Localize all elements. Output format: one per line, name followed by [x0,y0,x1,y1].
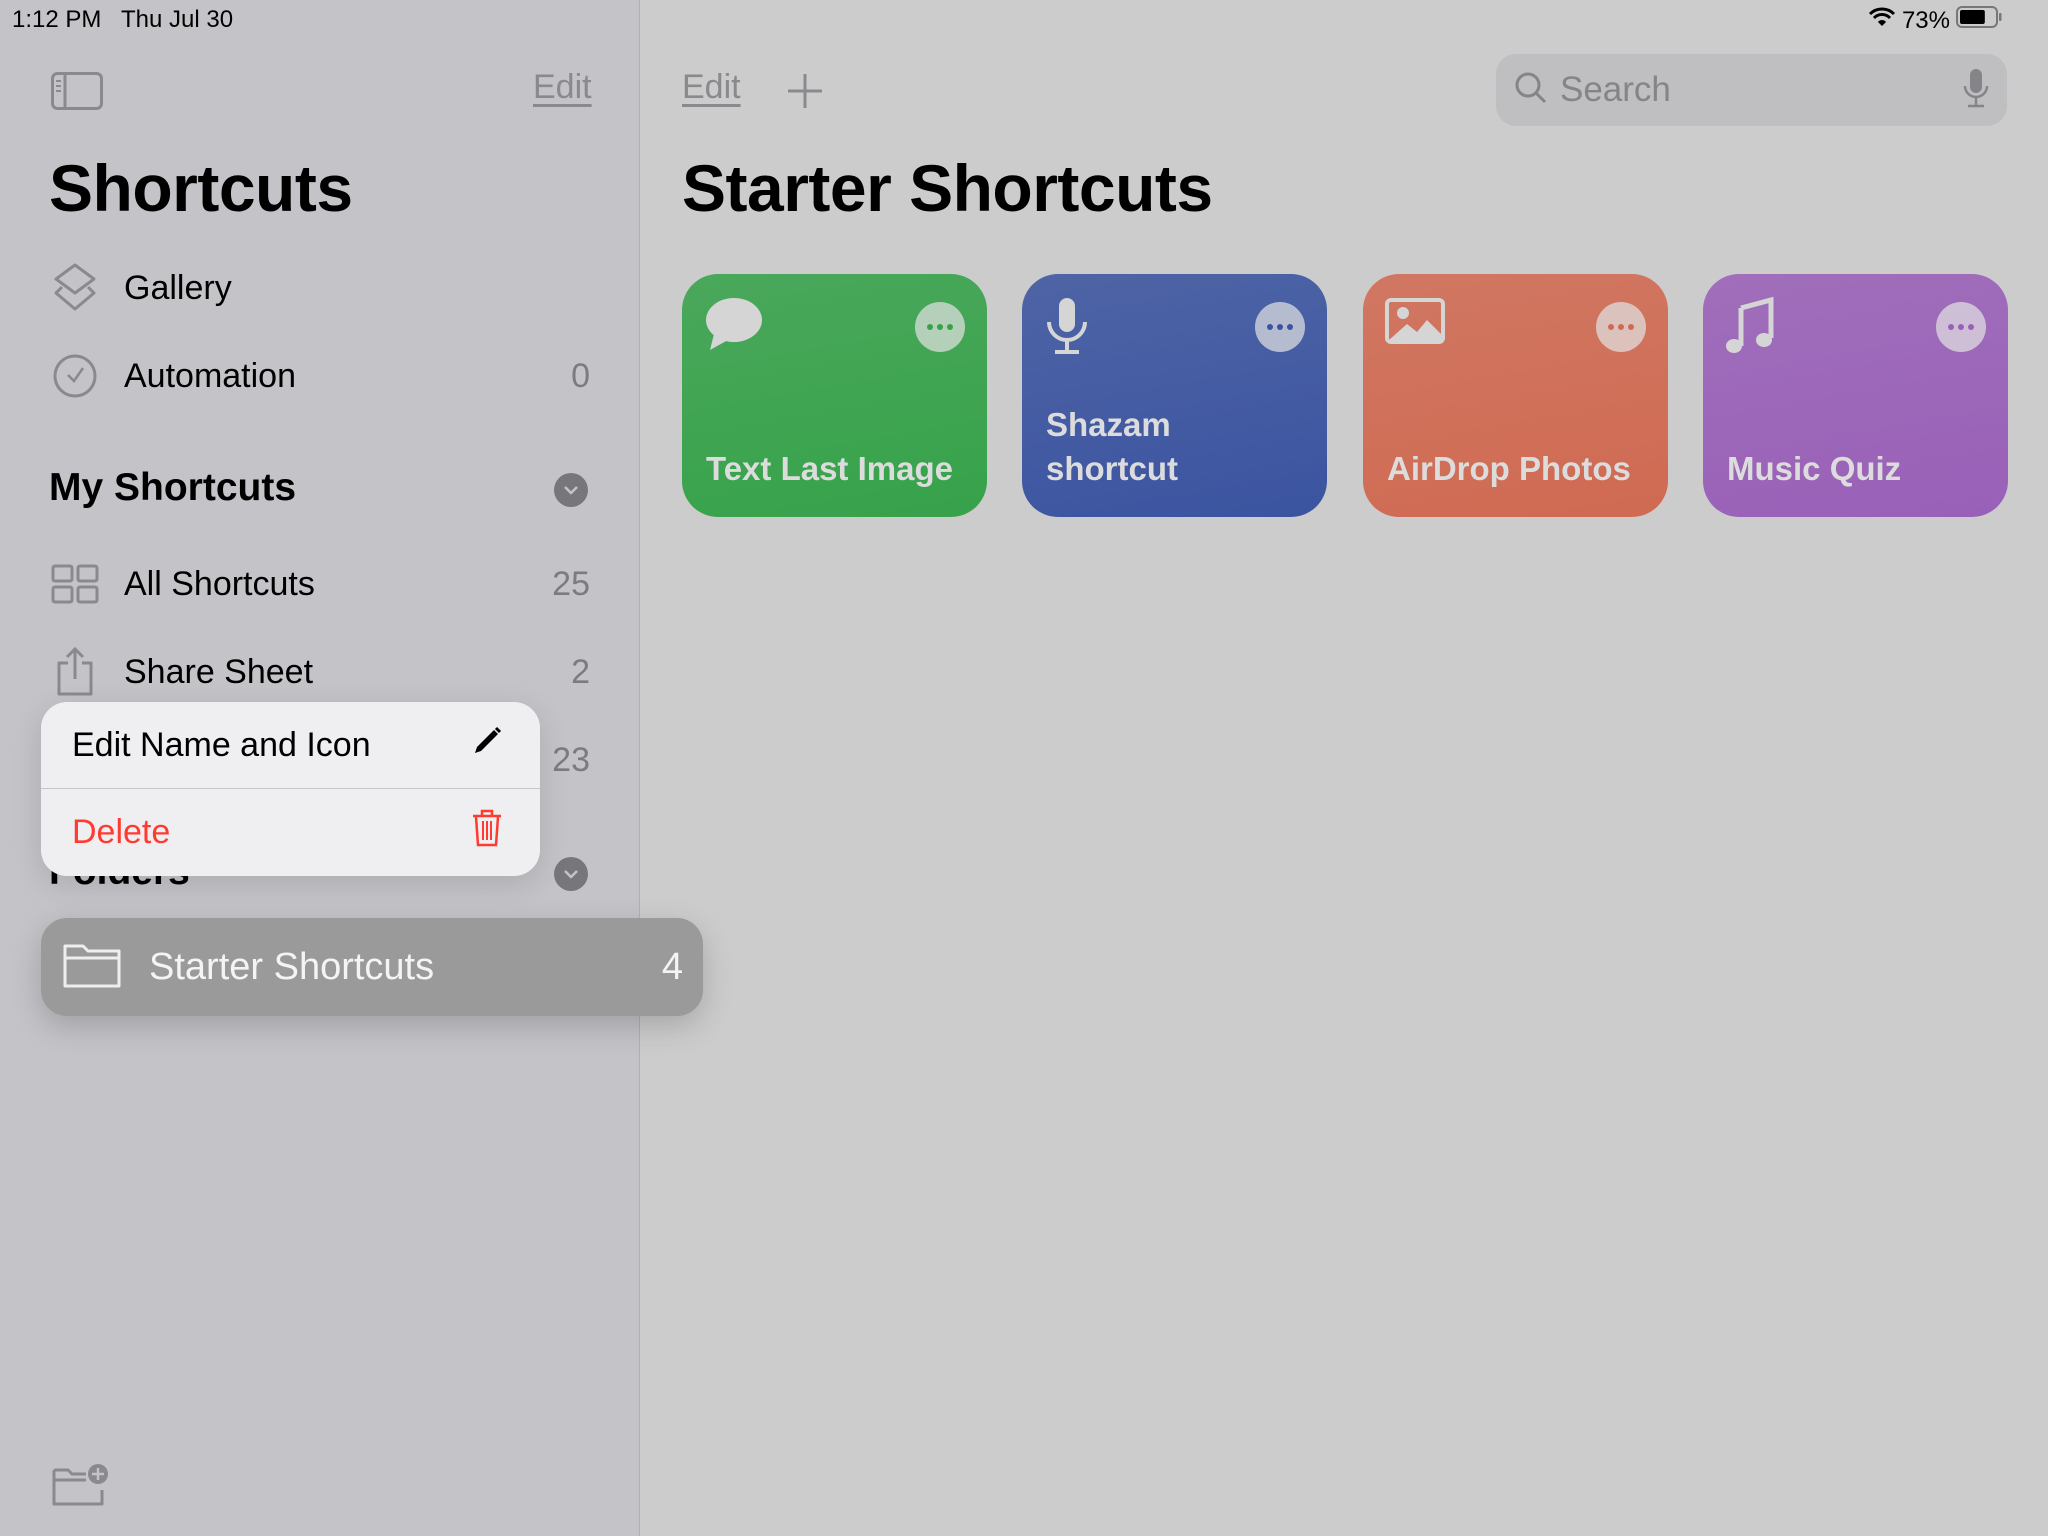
sidebar-item-count: 0 [571,356,590,395]
sidebar-item-label: All Shortcuts [124,564,315,603]
folder-icon [63,942,121,993]
sidebar-item-gallery[interactable]: Gallery [0,253,640,323]
gallery-icon [50,263,100,313]
sidebar-toggle-icon[interactable] [51,72,103,115]
shortcut-name: Text Last Image [706,450,953,487]
status-time: 1:12 PM [12,6,102,33]
music-note-icon [1725,296,1775,361]
page-title: Starter Shortcuts [682,151,1213,225]
shortcut-name: AirDrop Photos [1387,450,1631,487]
sidebar-edit-button[interactable]: Edit [533,68,592,107]
sidebar-item-count: 2 [571,652,590,691]
clock-check-icon [50,351,100,401]
folder-label: Starter Shortcuts [149,945,435,988]
menu-item-label: Delete [72,813,171,851]
shortcut-card[interactable]: Music Quiz [1703,274,2008,517]
more-options-button[interactable] [1255,302,1305,352]
sidebar-item-count: 25 [552,564,590,603]
sidebar-item-label: Automation [124,356,296,395]
new-folder-icon[interactable] [52,1462,110,1511]
wifi-icon [1868,6,1896,35]
search-field[interactable]: Search [1496,54,2007,126]
context-menu: Edit Name and Icon Delete [41,702,540,876]
add-shortcut-button[interactable] [786,72,824,115]
message-bubble-icon [704,296,764,357]
trash-icon [472,809,502,856]
search-placeholder: Search [1560,70,1671,109]
more-options-button[interactable] [1936,302,1986,352]
microphone-icon[interactable] [1963,68,1989,113]
folder-count: 4 [661,945,683,988]
sidebar-item-all-shortcuts[interactable]: All Shortcuts 25 [0,549,640,619]
status-indicators: 73% [1868,6,2002,35]
search-icon [1514,71,1548,110]
folder-row-starter-shortcuts[interactable]: Starter Shortcuts 4 [41,918,703,1016]
sidebar-item-share-sheet[interactable]: Share Sheet 2 [0,637,640,707]
sidebar-item-automation[interactable]: Automation 0 [0,341,640,411]
microphone-icon [1044,296,1090,361]
shortcut-name: Music Quiz [1727,450,1902,487]
battery-icon [1956,6,2002,35]
sidebar-item-label: Gallery [124,268,232,307]
pencil-icon [472,726,502,765]
my-shortcuts-header: My Shortcuts [49,466,297,509]
sidebar-title: Shortcuts [49,151,353,225]
chevron-down-icon[interactable] [554,473,588,507]
main-edit-button[interactable]: Edit [682,68,741,107]
shortcut-name: Shazam shortcut [1046,406,1178,487]
plus-icon [788,74,822,108]
share-icon [50,647,100,697]
menu-item-delete[interactable]: Delete [41,789,540,876]
menu-item-label: Edit Name and Icon [72,725,371,764]
status-date: Thu Jul 30 [121,6,234,33]
sidebar-item-label: Share Sheet [124,652,314,691]
grid-icon [50,559,100,609]
menu-item-edit-name-and-icon[interactable]: Edit Name and Icon [41,702,540,789]
battery-percent: 73% [1901,6,1950,34]
photo-icon [1385,296,1445,351]
shortcut-card[interactable]: Shazam shortcut [1022,274,1327,517]
more-options-button[interactable] [915,302,965,352]
shortcut-card[interactable]: AirDrop Photos [1363,274,1668,517]
chevron-down-icon[interactable] [554,857,588,891]
shortcut-card[interactable]: Text Last Image [682,274,987,517]
more-options-button[interactable] [1596,302,1646,352]
sidebar-item-count: 23 [552,740,590,779]
